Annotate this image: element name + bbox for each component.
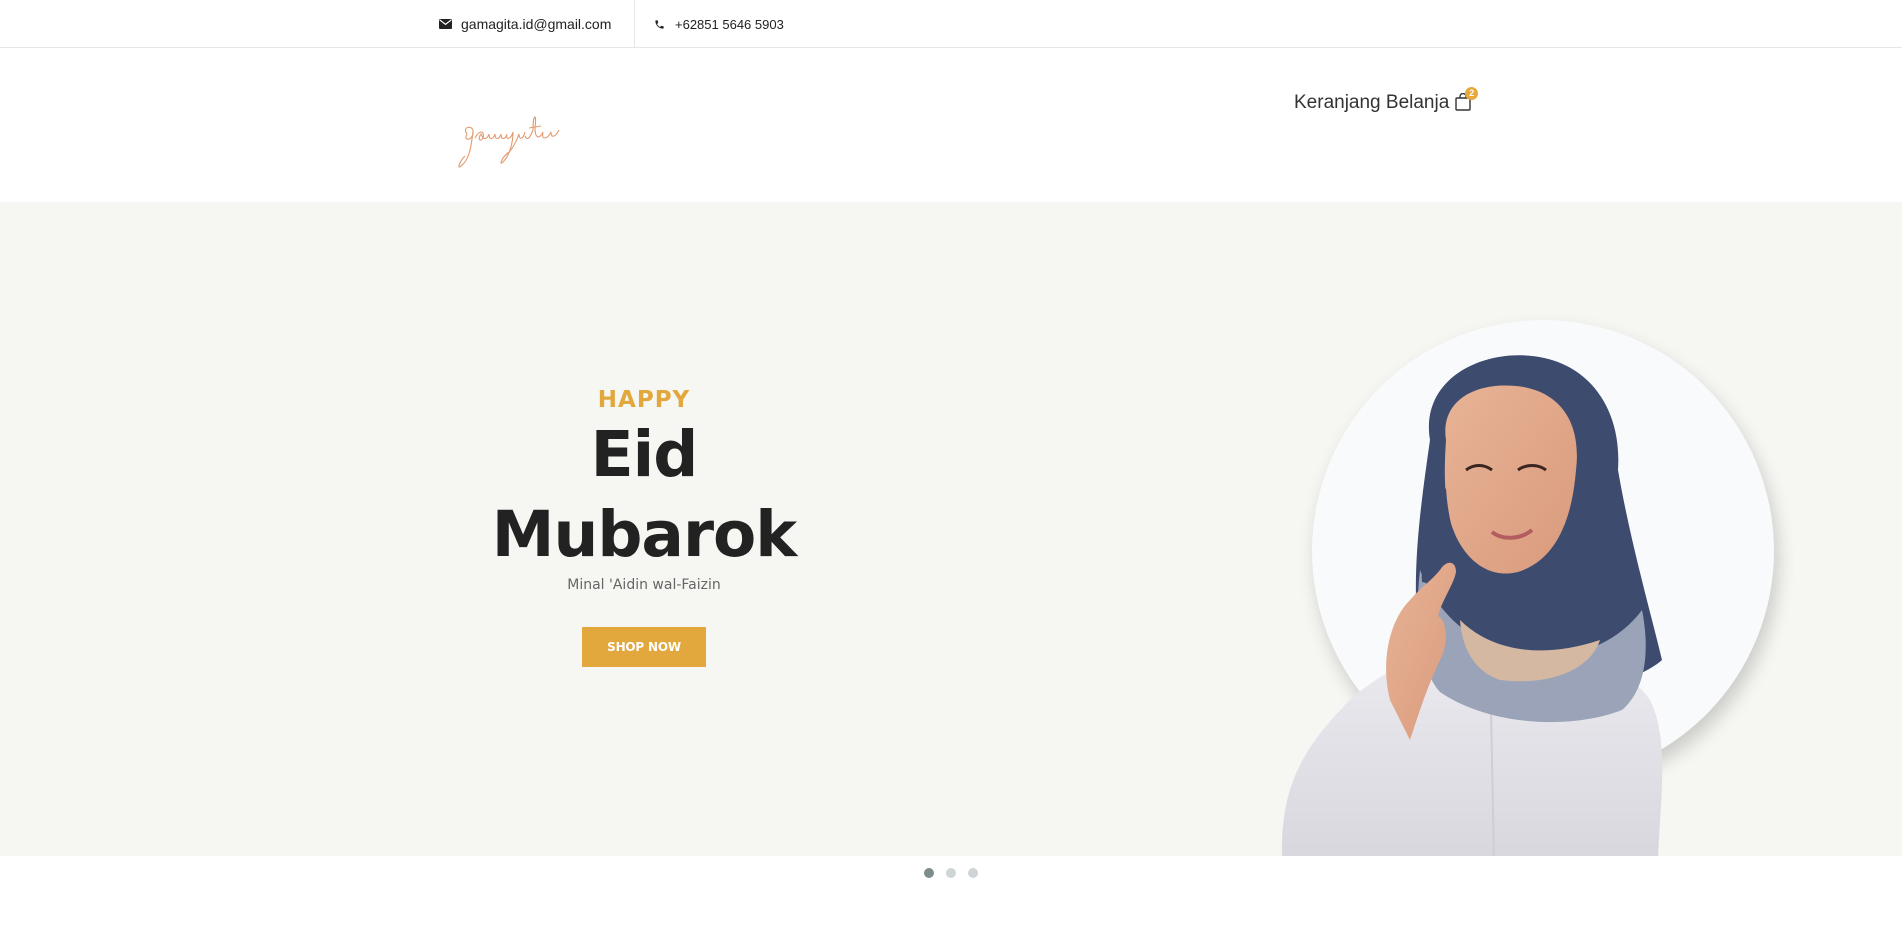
site-header: Keranjang Belanja 2 bbox=[0, 49, 1902, 202]
cart-label: Keranjang Belanja bbox=[1294, 92, 1450, 113]
slider-dot-1[interactable] bbox=[924, 868, 934, 878]
slider-dot-3[interactable] bbox=[968, 868, 978, 878]
hero-subtitle: Minal 'Aidin wal-Faizin bbox=[567, 577, 721, 593]
phone-text: +62851 5646 5903 bbox=[675, 16, 784, 32]
hero-content: HAPPY Eid Mubarok Minal 'Aidin wal-Faizi… bbox=[438, 387, 850, 667]
cart-count-badge: 2 bbox=[1465, 87, 1479, 100]
envelope-icon bbox=[438, 17, 452, 31]
model-portrait bbox=[1281, 355, 1663, 856]
cart-link[interactable]: Keranjang Belanja 2 bbox=[1294, 87, 1479, 114]
phone-icon bbox=[652, 17, 666, 31]
hero-slider: HAPPY Eid Mubarok Minal 'Aidin wal-Faizi… bbox=[0, 202, 1902, 856]
topbar-email[interactable]: gamagita.id@gmail.com bbox=[438, 0, 611, 48]
hero-image bbox=[1270, 320, 1790, 856]
slider-dot-2[interactable] bbox=[946, 868, 956, 878]
email-text: gamagita.id@gmail.com bbox=[461, 16, 612, 32]
hero-title: Eid Mubarok bbox=[491, 418, 797, 571]
topbar-phone[interactable]: +62851 5646 5903 bbox=[652, 0, 784, 48]
shop-now-button[interactable]: SHOP NOW bbox=[582, 627, 706, 667]
top-bar: gamagita.id@gmail.com +62851 5646 5903 bbox=[0, 0, 1902, 48]
brand-logo[interactable] bbox=[455, 104, 575, 174]
slider-dots bbox=[924, 868, 978, 878]
shopping-bag-icon: 2 bbox=[1455, 87, 1479, 113]
hero-kicker: HAPPY bbox=[597, 387, 691, 413]
topbar-divider bbox=[634, 0, 635, 48]
